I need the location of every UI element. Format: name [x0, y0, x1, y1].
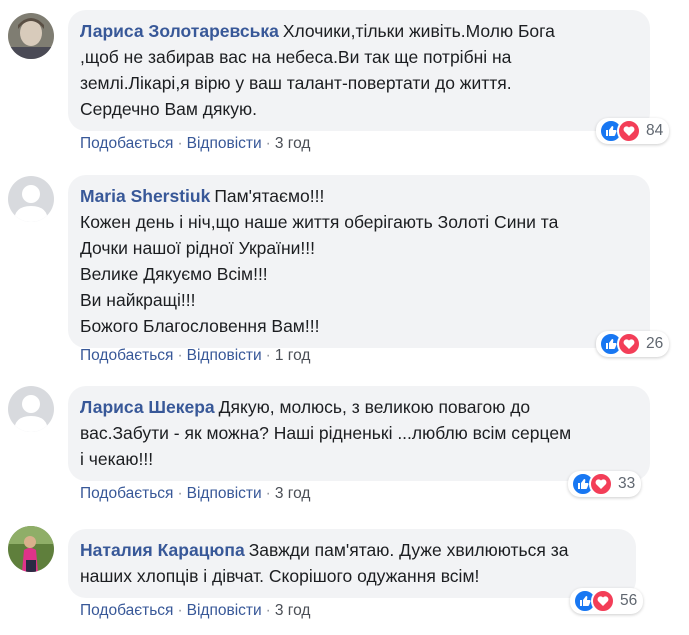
like-link[interactable]: Подобається [80, 347, 173, 364]
like-link[interactable]: Подобається [80, 485, 173, 502]
separator: · [265, 602, 271, 619]
comment-actions: Подобається · Відповісти · 3 год [80, 602, 310, 620]
reactions-summary[interactable]: 56 [570, 588, 644, 614]
comment-actions: Подобається · Відповісти · 3 год [80, 485, 310, 503]
separator: · [177, 602, 183, 619]
comment-bubble: Maria Sherstiuk Пам'ятаємо!!! Кожен день … [68, 175, 650, 348]
reply-link[interactable]: Відповісти [187, 347, 262, 364]
reaction-count: 33 [618, 475, 636, 492]
comment-author[interactable]: Наталия Карацюпа [80, 540, 245, 560]
separator: · [177, 135, 183, 152]
comment-author[interactable]: Maria Sherstiuk [80, 186, 210, 206]
avatar[interactable] [8, 526, 54, 572]
avatar[interactable] [8, 13, 54, 59]
reaction-count: 26 [646, 335, 664, 352]
heart-icon [591, 589, 615, 613]
comment-time[interactable]: 1 год [275, 347, 311, 364]
heart-icon [589, 472, 613, 496]
avatar-photo [8, 13, 54, 59]
comment-bubble: Лариса Золотаревська Хлочики,тільки живіт… [68, 10, 650, 131]
separator: · [265, 135, 271, 152]
reactions-summary[interactable]: 33 [568, 471, 642, 497]
avatar[interactable] [8, 386, 54, 432]
separator: · [177, 485, 183, 502]
comment-actions: Подобається · Відповісти · 1 год [80, 347, 310, 365]
reaction-count: 84 [646, 122, 664, 139]
default-avatar-icon [8, 386, 54, 432]
reply-link[interactable]: Відповісти [187, 602, 262, 619]
comment-text: Пам'ятаємо!!! Кожен день і ніч,що наше ж… [80, 186, 559, 336]
reply-link[interactable]: Відповісти [187, 485, 262, 502]
reactions-summary[interactable]: 84 [596, 118, 670, 144]
reactions-summary[interactable]: 26 [596, 331, 670, 357]
separator: · [177, 347, 183, 364]
comment-bubble: Лариса Шекера Дякую, молюсь, з великою по… [68, 386, 650, 481]
avatar-photo [8, 526, 54, 572]
reply-link[interactable]: Відповісти [187, 135, 262, 152]
comment-actions: Подобається · Відповісти · 3 год [80, 135, 310, 153]
separator: · [265, 485, 271, 502]
separator: · [265, 347, 271, 364]
heart-icon [617, 332, 641, 356]
comment-time[interactable]: 3 год [275, 602, 311, 619]
avatar[interactable] [8, 176, 54, 222]
comment-author[interactable]: Лариса Золотаревська [80, 21, 279, 41]
reaction-count: 56 [620, 592, 638, 609]
comment-time[interactable]: 3 год [275, 135, 311, 152]
default-avatar-icon [8, 176, 54, 222]
comment-author[interactable]: Лариса Шекера [80, 397, 215, 417]
heart-icon [617, 119, 641, 143]
like-link[interactable]: Подобається [80, 135, 173, 152]
comment-bubble: Наталия Карацюпа Завжди пам'ятаю. Дуже хв… [68, 529, 636, 598]
comment-time[interactable]: 3 год [275, 485, 311, 502]
like-link[interactable]: Подобається [80, 602, 173, 619]
